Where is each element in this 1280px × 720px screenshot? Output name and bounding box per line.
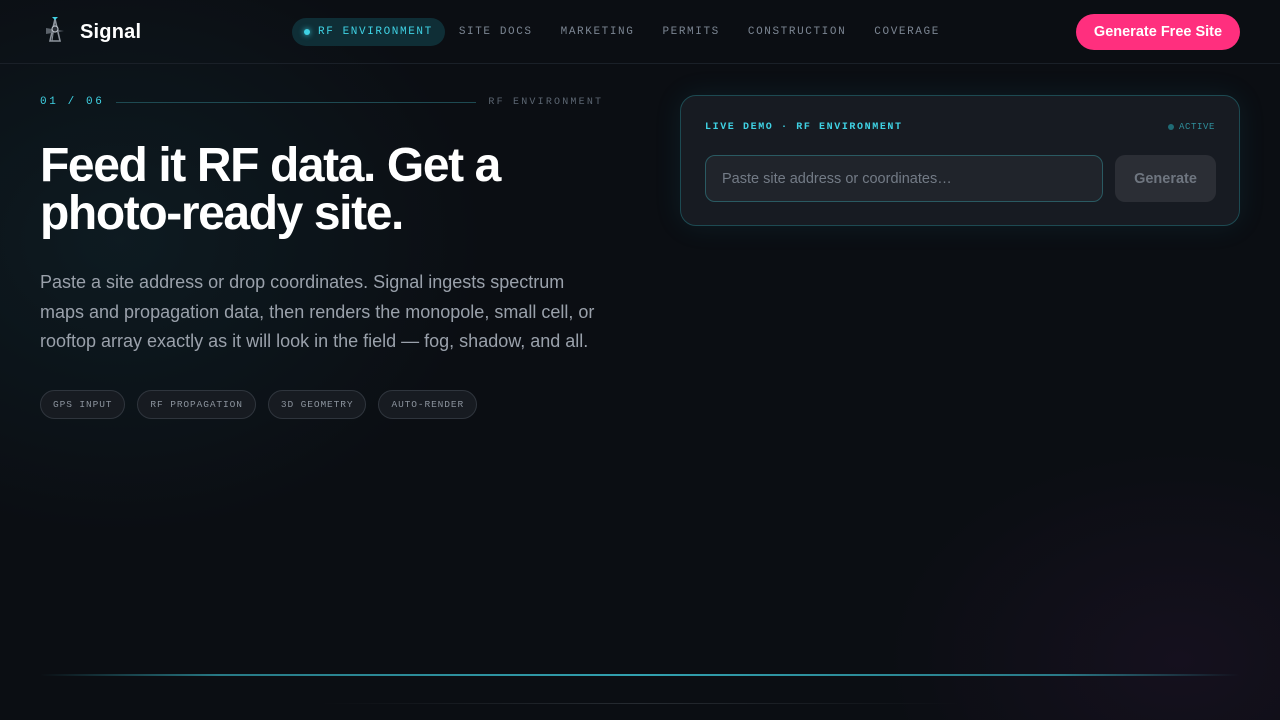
tab-site-docs[interactable]: SITE DOCS — [445, 18, 547, 46]
tab-label: PERMITS — [662, 26, 720, 38]
chip-auto-render: AUTO-RENDER — [378, 390, 478, 419]
chip-gps-input: GPS INPUT — [40, 390, 126, 419]
tab-label: RF ENVIRONMENT — [318, 26, 433, 38]
tab-marketing[interactable]: MARKETING — [547, 18, 649, 46]
chip-rf-propagation: RF PROPAGATION — [137, 390, 256, 419]
feature-chips: GPS INPUT RF PROPAGATION 3D GEOMETRY AUT… — [40, 390, 478, 419]
top-navigation: Signal RF ENVIRONMENT SITE DOCS MARKETIN… — [0, 0, 1280, 64]
tab-label: MARKETING — [560, 26, 635, 38]
step-counter: 01 / 06 — [40, 96, 105, 108]
accent-divider — [40, 674, 1240, 676]
demo-title: LIVE DEMO · RF ENVIRONMENT — [705, 122, 903, 133]
tab-coverage[interactable]: COVERAGE — [860, 18, 954, 46]
tab-rf-environment[interactable]: RF ENVIRONMENT — [292, 18, 445, 46]
status-badge: ACTIVE — [1167, 122, 1215, 132]
generate-free-site-button[interactable]: Generate Free Site — [1076, 14, 1240, 50]
page-title: Feed it RF data. Get a photo-ready site. — [40, 139, 501, 240]
tab-label: SITE DOCS — [458, 26, 533, 38]
brand[interactable]: Signal — [40, 16, 141, 48]
active-indicator-dot — [304, 29, 310, 35]
step-label: RF ENVIRONMENT — [488, 96, 604, 108]
faint-divider — [320, 703, 960, 704]
section-tabs: RF ENVIRONMENT SITE DOCS MARKETING PERMI… — [292, 18, 954, 46]
brand-name: Signal — [80, 20, 142, 43]
tab-label: CONSTRUCTION — [747, 26, 847, 38]
tab-label: COVERAGE — [874, 26, 940, 38]
site-address-input[interactable] — [705, 155, 1103, 202]
step-indicator: 01 / 06 RF ENVIRONMENT — [40, 96, 604, 108]
live-demo-card: LIVE DEMO · RF ENVIRONMENT ACTIVE Genera… — [680, 95, 1240, 226]
divider — [116, 101, 477, 103]
hero-description: Paste a site address or drop coordinates… — [40, 272, 595, 351]
tab-construction[interactable]: CONSTRUCTION — [734, 18, 860, 46]
status-text: ACTIVE — [1178, 122, 1215, 132]
chip-3d-geometry: 3D GEOMETRY — [267, 390, 367, 419]
tab-permits[interactable]: PERMITS — [648, 18, 733, 46]
generate-button[interactable]: Generate — [1115, 155, 1216, 202]
status-dot-icon — [1167, 124, 1174, 130]
tower-logo-icon — [40, 15, 70, 50]
